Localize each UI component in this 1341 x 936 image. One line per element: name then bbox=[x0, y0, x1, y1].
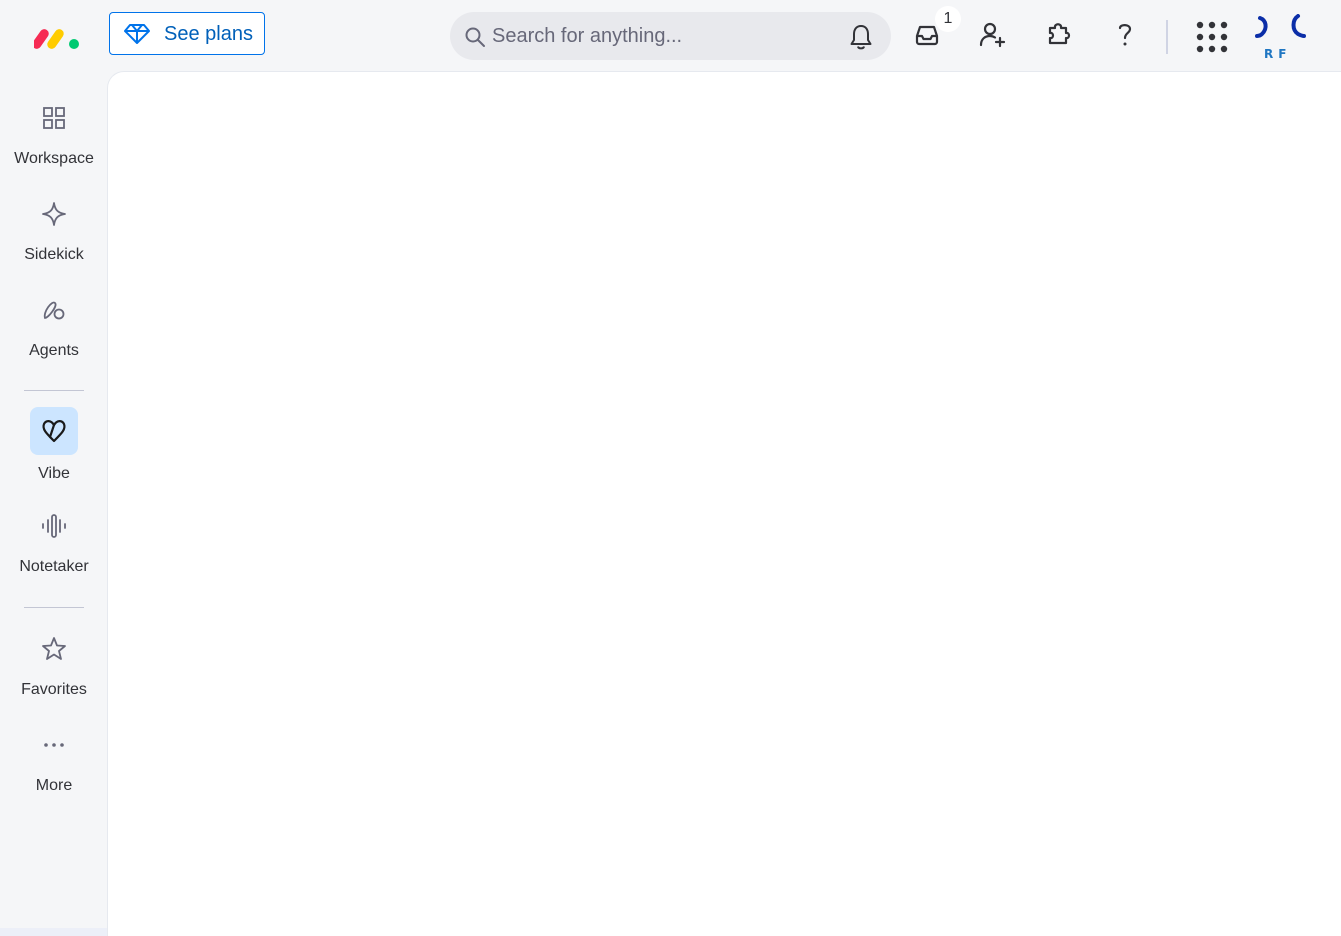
apps-grid-icon[interactable] bbox=[1195, 20, 1229, 54]
sidebar-item-label: Favorites bbox=[21, 681, 87, 698]
sidebar-item-label: Sidekick bbox=[24, 246, 84, 263]
sidebar-item-label: Vibe bbox=[38, 465, 70, 482]
avatar-graphic bbox=[1255, 14, 1306, 38]
see-plans-label: See plans bbox=[164, 23, 253, 45]
gem-icon bbox=[124, 24, 150, 44]
apps-puzzle-icon bbox=[1048, 23, 1071, 45]
vibe-heart-icon bbox=[42, 420, 66, 443]
sidebar-item-label: More bbox=[35, 777, 73, 794]
inbox-badge: 1 bbox=[935, 6, 961, 32]
more-dots-icon bbox=[44, 743, 64, 747]
sidebar-item-favorites[interactable]: Favorites bbox=[0, 635, 108, 723]
invite-user-icon bbox=[979, 22, 1006, 48]
header-divider bbox=[1166, 20, 1168, 54]
top-bar: See plans 1 bbox=[0, 0, 1341, 72]
sidebar-item-vibe[interactable]: Vibe bbox=[0, 407, 108, 495]
sidebar-item-agents[interactable]: Agents bbox=[0, 296, 108, 384]
logo-icon[interactable] bbox=[34, 22, 82, 52]
sidebar-divider bbox=[24, 607, 84, 608]
star-icon bbox=[42, 637, 66, 660]
avatar-initials: RF bbox=[1264, 47, 1292, 61]
search-bar[interactable] bbox=[450, 12, 891, 60]
invite-user-button[interactable] bbox=[976, 18, 1010, 52]
agents-icon bbox=[43, 301, 65, 320]
sidebar-item-sidekick[interactable]: Sidekick bbox=[0, 200, 108, 288]
see-plans-button[interactable]: See plans bbox=[109, 12, 265, 55]
left-sidebar: Workspace Sidekick Agents Vibe Notetaker… bbox=[0, 72, 108, 936]
sidebar-item-more[interactable]: More bbox=[0, 731, 108, 819]
apps-puzzle-button[interactable] bbox=[1042, 18, 1076, 52]
avatar[interactable]: RF bbox=[1254, 14, 1310, 64]
sidebar-bottom-strip bbox=[0, 928, 108, 936]
workspace-grid-icon bbox=[43, 107, 65, 129]
sidebar-item-label: Notetaker bbox=[19, 558, 89, 575]
sidebar-item-notetaker[interactable]: Notetaker bbox=[0, 512, 108, 600]
sidebar-item-label: Agents bbox=[29, 342, 79, 359]
audio-wave-icon bbox=[42, 514, 66, 538]
sparkle-icon bbox=[42, 202, 66, 226]
sidebar-divider bbox=[24, 390, 84, 391]
search-icon bbox=[465, 27, 485, 47]
main-content-area bbox=[108, 72, 1341, 936]
sidebar-item-label: Workspace bbox=[14, 150, 94, 167]
help-icon bbox=[1118, 24, 1132, 46]
help-button[interactable] bbox=[1108, 18, 1142, 52]
bell-icon[interactable] bbox=[848, 23, 874, 51]
sidebar-item-workspace[interactable]: Workspace bbox=[0, 104, 108, 192]
search-input[interactable] bbox=[492, 22, 832, 50]
